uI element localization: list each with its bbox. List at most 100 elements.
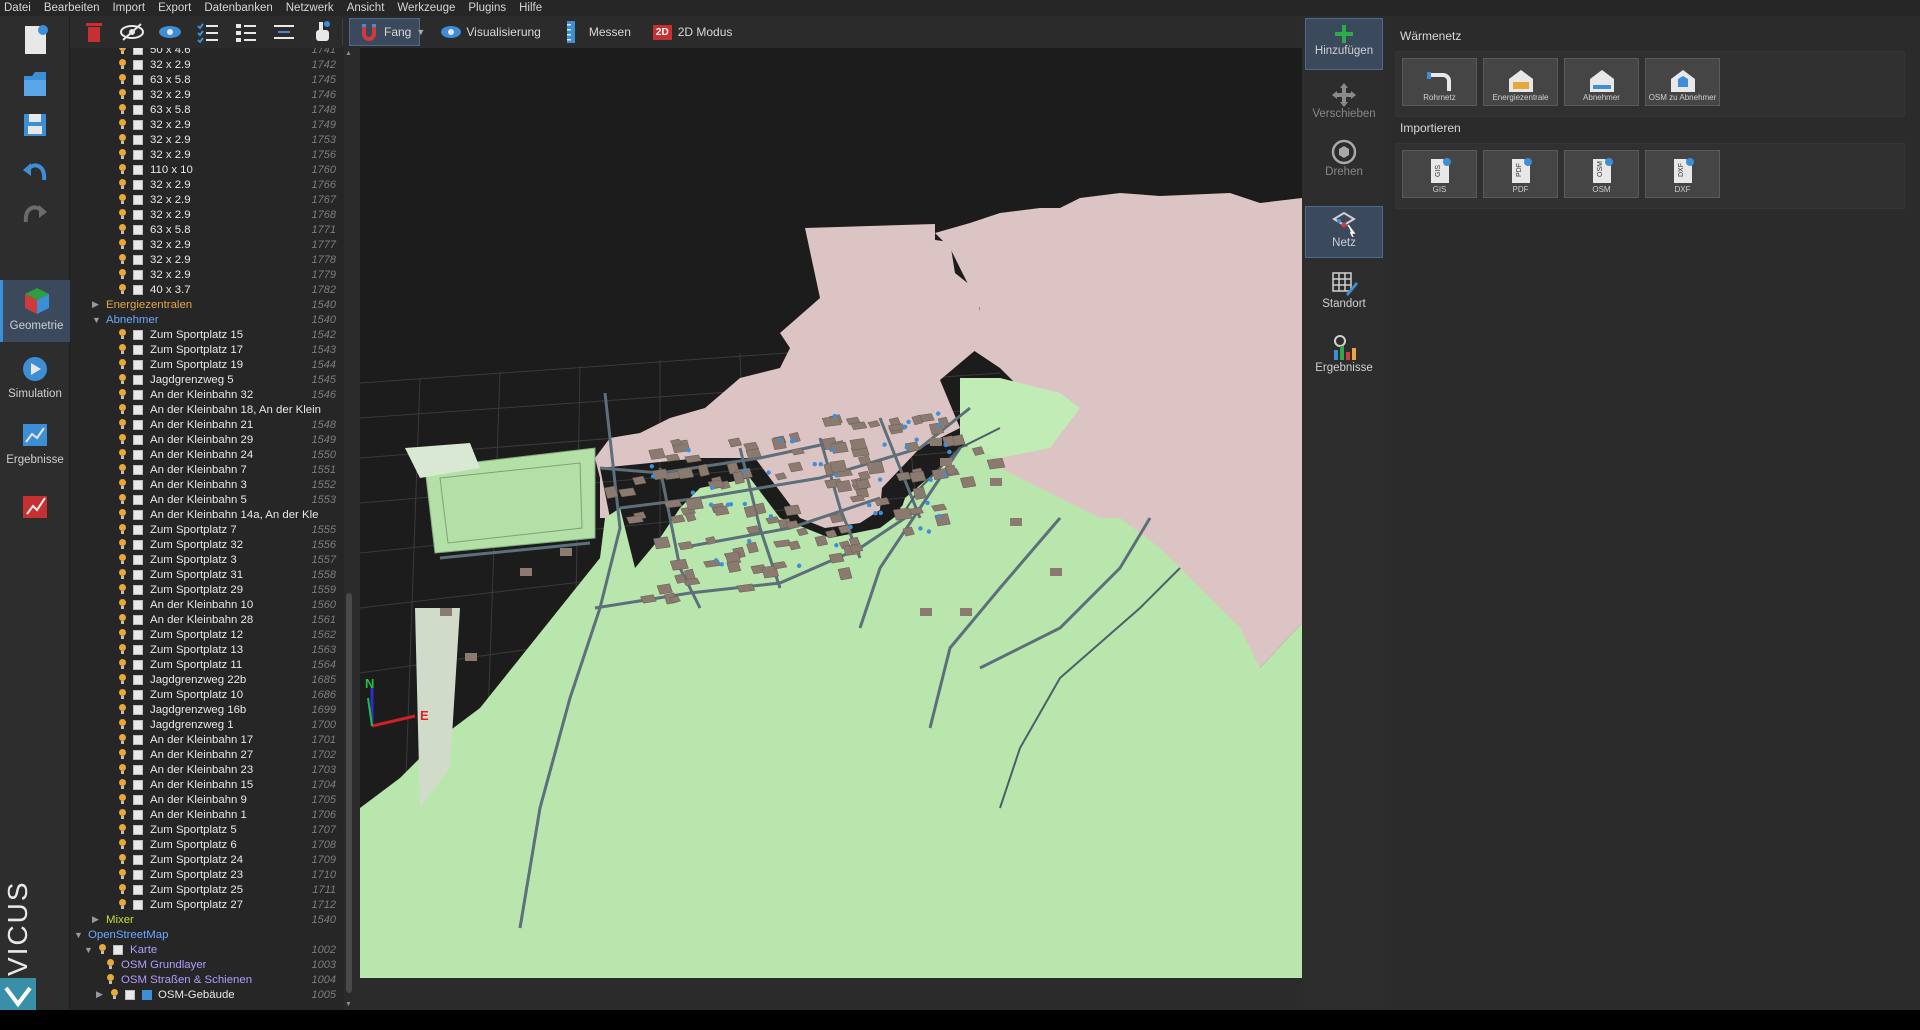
results-tool-button[interactable]: Ergebnisse xyxy=(1305,334,1383,386)
consumer-row[interactable]: An der Kleinbahn 10 1560 xyxy=(70,597,344,612)
collapse-arrow-icon[interactable]: ▼ xyxy=(74,930,84,940)
menu-item[interactable]: Bearbeiten xyxy=(44,0,100,16)
visibility-bulb-icon[interactable] xyxy=(118,464,127,475)
visibility-bulb-icon[interactable] xyxy=(118,419,127,430)
consumer-row[interactable]: Zum Sportplatz 6 1708 xyxy=(70,837,344,852)
pipe-network-tile[interactable]: Rohrnetz xyxy=(1402,58,1477,106)
consumer-row[interactable]: An der Kleinbahn 28 1561 xyxy=(70,612,344,627)
consumer-row[interactable]: Zum Sportplatz 31 1558 xyxy=(70,567,344,582)
network-node[interactable] xyxy=(902,424,908,430)
visibility-bulb-icon[interactable] xyxy=(118,554,127,565)
consumer-row[interactable]: Jagdgrenzweg 1 1700 xyxy=(70,717,344,732)
pipe-row[interactable]: 32 x 2.9 1778 xyxy=(70,252,344,267)
consumer-row[interactable]: An der Kleinbahn 14a, An der Kle xyxy=(70,507,344,522)
network-node[interactable] xyxy=(766,470,771,475)
network-node[interactable] xyxy=(834,543,839,548)
visibility-bulb-icon[interactable] xyxy=(118,284,127,295)
visibility-bulb-icon[interactable] xyxy=(118,149,127,160)
visibility-bulb-icon[interactable] xyxy=(118,374,127,385)
pipe-row[interactable]: 50 x 4.6 1741 xyxy=(70,48,344,57)
visibility-bulb-icon[interactable] xyxy=(118,884,127,895)
hide-button[interactable] xyxy=(118,18,146,46)
navigation-tree[interactable]: 50 x 4.6 1741 32 x 2.9 1742 63 x 5.8 1745 32 x… xyxy=(70,48,344,1010)
visibility-bulb-icon[interactable] xyxy=(118,119,127,130)
save-button[interactable] xyxy=(0,110,70,140)
consumers-group[interactable]: ▼ Abnehmer 1540 xyxy=(70,312,344,327)
visibility-bulb-icon[interactable] xyxy=(106,974,115,985)
consumer-row[interactable]: Zum Sportplatz 25 1711 xyxy=(70,882,344,897)
network-node[interactable] xyxy=(830,446,836,452)
menu-item[interactable]: Ansicht xyxy=(347,0,385,16)
menu-item[interactable]: Plugins xyxy=(468,0,506,16)
consumer-row[interactable]: Zum Sportplatz 15 1542 xyxy=(70,327,344,342)
consumer-row[interactable]: Zum Sportplatz 3 1557 xyxy=(70,552,344,567)
network-node[interactable] xyxy=(935,411,941,416)
osm-map-group[interactable]: ▼ Karte 1002 xyxy=(70,942,344,957)
select-all-button[interactable] xyxy=(194,18,222,46)
visibility-bulb-icon[interactable] xyxy=(118,224,127,235)
visibility-bulb-icon[interactable] xyxy=(118,59,127,70)
pipe-row[interactable]: 32 x 2.9 1766 xyxy=(70,177,344,192)
move-tool-button[interactable]: Verschieben xyxy=(1305,82,1383,130)
network-tool-button[interactable]: Netz xyxy=(1305,206,1383,258)
consumer-row[interactable]: Zum Sportplatz 7 1555 xyxy=(70,522,344,537)
redo-button[interactable] xyxy=(0,200,70,230)
osm-streets-row[interactable]: OSM Straßen & Schienen 1004 xyxy=(70,972,344,987)
scroll-up-arrow[interactable]: ▲ xyxy=(345,50,352,57)
network-node[interactable] xyxy=(719,562,724,567)
menu-item[interactable]: Import xyxy=(112,0,145,16)
visibility-bulb-icon[interactable] xyxy=(118,89,127,100)
mixer-group[interactable]: ▶ Mixer 1540 xyxy=(70,912,344,927)
geometry-mode-button[interactable]: Geometrie xyxy=(0,280,70,342)
collapse-arrow-icon[interactable]: ▼ xyxy=(92,315,102,325)
consumer-row[interactable]: Zum Sportplatz 17 1543 xyxy=(70,342,344,357)
network-node[interactable] xyxy=(877,477,883,482)
consumer-row[interactable]: An der Kleinbahn 23 1703 xyxy=(70,762,344,777)
pipe-row[interactable]: 40 x 3.7 1782 xyxy=(70,282,344,297)
network-node[interactable] xyxy=(832,413,838,419)
consumer-row[interactable]: Zum Sportplatz 27 1712 xyxy=(70,897,344,912)
measure-button[interactable]: Messen xyxy=(555,18,639,46)
tree-view-button[interactable] xyxy=(270,18,298,46)
pipe-row[interactable]: 32 x 2.9 1756 xyxy=(70,147,344,162)
visibility-bulb-icon[interactable] xyxy=(118,494,127,505)
visibility-bulb-icon[interactable] xyxy=(118,194,127,205)
network-node[interactable] xyxy=(848,524,853,530)
results-mode-button[interactable]: Ergebnisse xyxy=(0,414,70,476)
network-node[interactable] xyxy=(777,437,783,443)
network-node[interactable] xyxy=(747,538,752,544)
visibility-bulb-icon[interactable] xyxy=(118,209,127,220)
tree-scroll-thumb[interactable] xyxy=(346,593,352,993)
network-node[interactable] xyxy=(943,442,948,447)
consumer-row[interactable]: Jagdgrenzweg 5 1545 xyxy=(70,372,344,387)
network-node[interactable] xyxy=(928,477,933,482)
visibility-bulb-icon[interactable] xyxy=(106,959,115,970)
visibility-bulb-icon[interactable] xyxy=(118,614,127,625)
network-node[interactable] xyxy=(649,464,655,469)
menu-item[interactable]: Netzwerk xyxy=(286,0,334,16)
consumer-row[interactable]: An der Kleinbahn 24 1550 xyxy=(70,447,344,462)
visibility-bulb-icon[interactable] xyxy=(118,854,127,865)
pipe-row[interactable]: 32 x 2.9 1746 xyxy=(70,87,344,102)
pipe-row[interactable]: 32 x 2.9 1753 xyxy=(70,132,344,147)
visibility-bulb-icon[interactable] xyxy=(118,104,127,115)
consumer-row[interactable]: Jagdgrenzweg 16b 1699 xyxy=(70,702,344,717)
visibility-bulb-icon[interactable] xyxy=(118,164,127,175)
pipe-row[interactable]: 32 x 2.9 1777 xyxy=(70,237,344,252)
visibility-bulb-icon[interactable] xyxy=(118,869,127,880)
consumer-row[interactable]: Jagdgrenzweg 22b 1685 xyxy=(70,672,344,687)
network-node[interactable] xyxy=(768,514,774,519)
visibility-bulb-icon[interactable] xyxy=(118,644,127,655)
visibility-bulb-icon[interactable] xyxy=(118,824,127,835)
network-node[interactable] xyxy=(947,449,952,455)
menu-item[interactable]: Hilfe xyxy=(519,0,542,16)
visibility-bulb-icon[interactable] xyxy=(118,239,127,250)
visibility-bulb-icon[interactable] xyxy=(118,689,127,700)
visibility-bulb-icon[interactable] xyxy=(118,704,127,715)
visibility-bulb-icon[interactable] xyxy=(110,989,119,1000)
consumer-row[interactable]: Zum Sportplatz 12 1562 xyxy=(70,627,344,642)
pointer-button[interactable] xyxy=(308,18,336,46)
network-node[interactable] xyxy=(690,490,696,495)
visibility-bulb-icon[interactable] xyxy=(118,449,127,460)
pipe-row[interactable]: 63 x 5.8 1745 xyxy=(70,72,344,87)
